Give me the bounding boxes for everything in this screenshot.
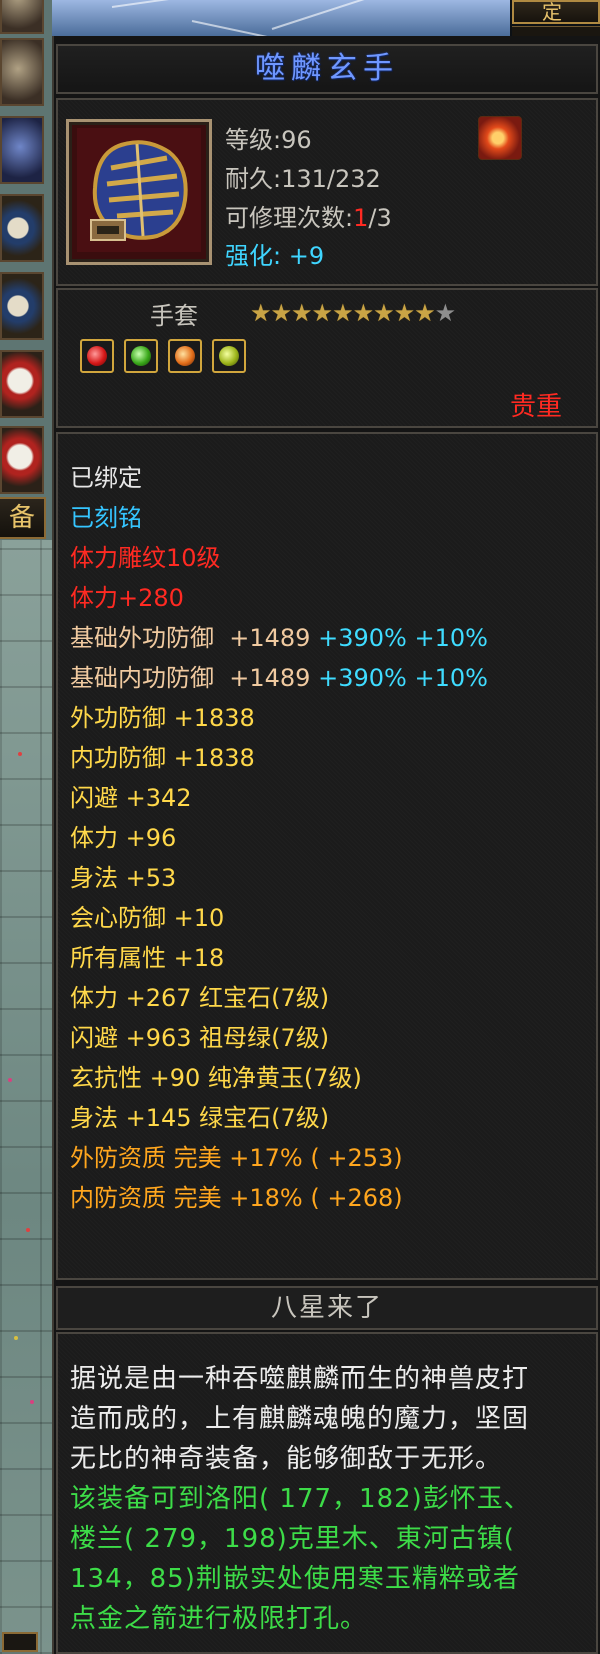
glove-icon — [66, 119, 212, 265]
base-external-defense: 基础外功防御 +1489 +390% +10% — [70, 618, 488, 653]
map-marker — [18, 752, 22, 756]
map-marker — [8, 1078, 12, 1082]
orange-gem-icon — [168, 339, 202, 373]
character-preview-top — [52, 0, 510, 36]
left-inventory-strip: 备 — [0, 0, 52, 1654]
red-gem-icon — [80, 339, 114, 373]
item-quality-label: 贵重 — [510, 392, 563, 422]
stat-line: 外功防御 +1838 — [70, 704, 255, 732]
section-title-bar: 八星来了 — [56, 1286, 598, 1330]
stat-percent-2: +10% — [414, 624, 488, 652]
quality-line-internal: 内防资质 完美 +18% ( +268) — [70, 1184, 403, 1212]
stat-value: +1489 — [229, 624, 311, 652]
item-level-value: 96 — [281, 126, 312, 154]
star-icon: ★ — [393, 299, 415, 327]
stat-percent-2: +10% — [414, 664, 488, 692]
item-level-label: 等级: — [225, 126, 282, 154]
top-right-button-label: 定 — [542, 0, 562, 24]
repair-label: 可修理次数: — [225, 204, 354, 232]
stat-label: 基础外功防御 — [70, 624, 214, 652]
inventory-slot-top[interactable] — [0, 0, 44, 34]
star-icon: ★ — [270, 299, 292, 327]
green-gem-icon — [124, 339, 158, 373]
stat-line: 身法 +53 — [70, 864, 177, 892]
inventory-slot-bracelet-1[interactable] — [0, 194, 44, 262]
inventory-slot-mask-1[interactable] — [0, 350, 44, 418]
map-marker — [30, 1400, 34, 1404]
star-icon: ★ — [373, 299, 394, 327]
stat-percent: +390% — [318, 664, 407, 692]
stat-value: +1489 — [229, 664, 311, 692]
gem-stat-line: 闪避 +963 祖母绿(7级) — [70, 1024, 330, 1052]
equipment-tab[interactable]: 备 — [0, 497, 46, 539]
location-hint-line: 点金之箭进行极限打孔。 — [70, 1604, 368, 1634]
item-durability-value: 131/232 — [281, 165, 381, 193]
location-hint-line: 楼兰( 279，198)克里木、東河古镇( — [70, 1524, 515, 1554]
stat-label: 基础内功防御 — [70, 664, 214, 692]
item-level: 等级:96 — [225, 120, 312, 155]
location-hint-line: 134，85)荆嵌实处使用寒玉精粹或者 — [70, 1564, 520, 1594]
equipment-tab-label: 备 — [8, 503, 35, 533]
item-durability-label: 耐久: — [225, 165, 282, 193]
stat-percent: +390% — [318, 624, 407, 652]
repair-total: /3 — [368, 204, 392, 232]
item-repair-count: 可修理次数:1/3 — [225, 198, 392, 233]
description-line: 无比的神奇装备，能够御敌于无形。 — [70, 1444, 503, 1474]
star-empty-icon: ★ — [434, 299, 456, 327]
inventory-slot-bracelet-2[interactable] — [0, 272, 44, 340]
stat-line: 会心防御 +10 — [70, 904, 225, 932]
carving-line: 体力雕纹10级 — [70, 544, 221, 572]
stat-line: 所有属性 +18 — [70, 944, 225, 972]
star-icon: ★ — [311, 299, 333, 327]
inventory-slot-belt[interactable] — [0, 38, 44, 106]
flame-rank-icon — [478, 116, 522, 160]
item-name-title: 噬麟玄手 — [56, 44, 598, 94]
stat-line: 体力 +96 — [70, 824, 177, 852]
item-type: 手套 — [150, 302, 198, 330]
location-hint-line: 该装备可到洛阳( 177，182)彭怀玉、 — [70, 1484, 531, 1514]
top-right-button[interactable]: 定 — [512, 0, 600, 24]
map-marker — [14, 1336, 18, 1340]
item-strength: 强化: +9 — [225, 236, 324, 271]
star-icon: ★ — [332, 299, 353, 327]
map-marker — [26, 1228, 30, 1232]
star-icon: ★ — [414, 299, 435, 327]
star-icon: ★ — [352, 299, 374, 327]
engraved-status: 已刻铭 — [70, 504, 142, 532]
gem-stat-line: 身法 +145 绿宝石(7级) — [70, 1104, 330, 1132]
quality-line-external: 外防资质 完美 +17% ( +253) — [70, 1144, 403, 1172]
bound-status: 已绑定 — [70, 464, 142, 492]
base-internal-defense: 基础内功防御 +1489 +390% +10% — [70, 658, 488, 693]
stat-line: 内功防御 +1838 — [70, 744, 255, 772]
gem-stat-line: 体力 +267 红宝石(7级) — [70, 984, 330, 1012]
repair-used: 1 — [353, 204, 369, 232]
strength-label: 强化: — [225, 242, 282, 270]
item-durability: 耐久:131/232 — [225, 159, 381, 194]
world-map-background — [0, 540, 52, 1654]
star-icon: ★ — [250, 299, 271, 327]
inventory-slot-mask-2[interactable] — [0, 426, 44, 494]
star-rating: ★★★★★★★★★★ — [250, 299, 456, 327]
star-icon: ★ — [291, 299, 312, 327]
strength-value: +9 — [288, 242, 325, 270]
gem-stat-line: 玄抗性 +90 纯净黄玉(7级) — [70, 1064, 362, 1092]
description-line: 据说是由一种吞噬麒麟而生的神兽皮打 — [70, 1364, 530, 1394]
corner-frame — [2, 1632, 38, 1652]
description-line: 造而成的，上有麒麟魂魄的魔力，坚固 — [70, 1404, 530, 1434]
carving-bonus-line: 体力+280 — [70, 584, 184, 612]
yellow-gem-icon — [212, 339, 246, 373]
stat-line: 闪避 +342 — [70, 784, 192, 812]
inventory-slot-boots[interactable] — [0, 116, 44, 184]
